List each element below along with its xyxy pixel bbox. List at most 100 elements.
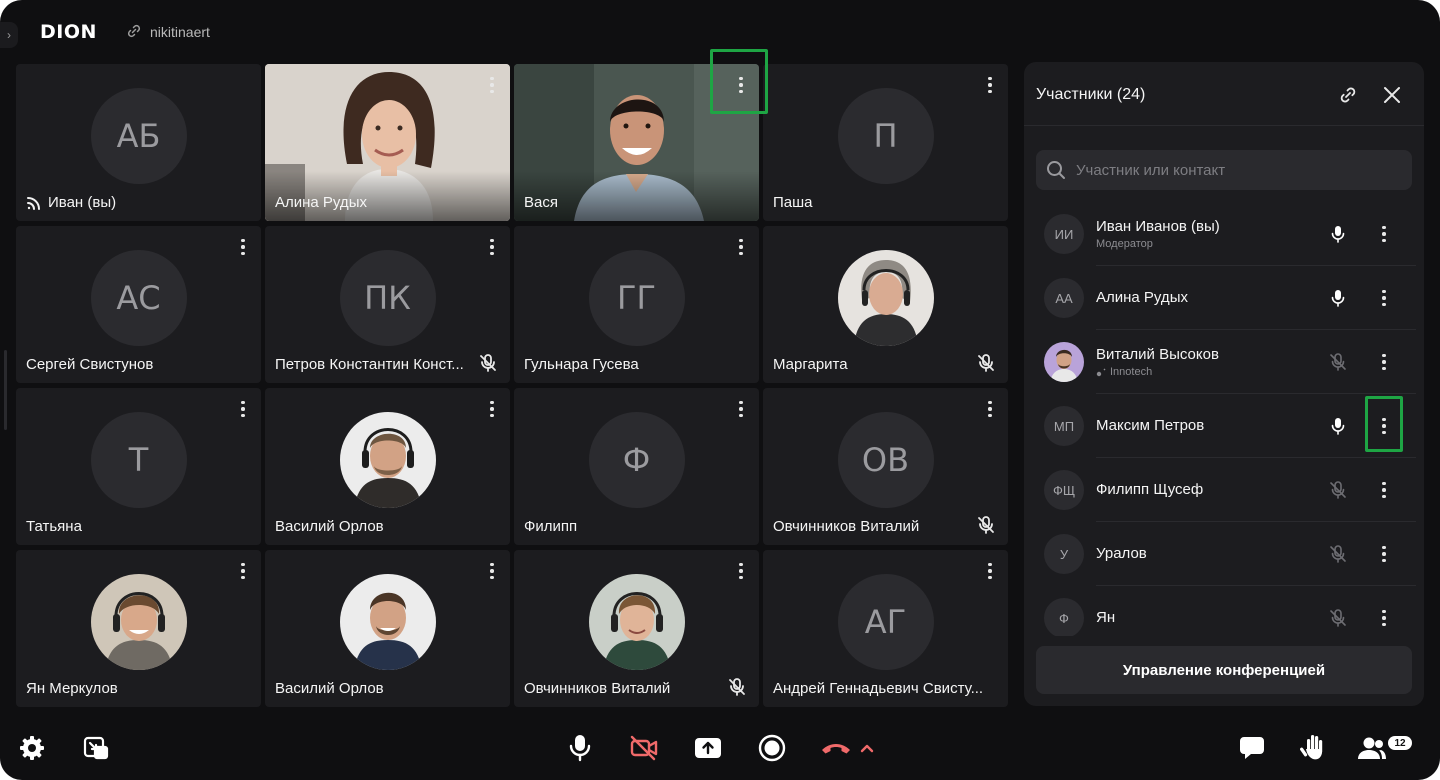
picture-in-picture-icon	[83, 736, 109, 760]
participant-tile[interactable]: Маргарита	[763, 226, 1008, 383]
participant-tile[interactable]: Василий Орлов	[265, 388, 510, 545]
picture-in-picture-button[interactable]	[80, 732, 112, 764]
participant-row[interactable]: Виталий Высоков Innotech	[1036, 330, 1416, 394]
participant-name: Алина Рудых	[1096, 289, 1188, 306]
participant-tile[interactable]: ОВ Овчинников Виталий	[763, 388, 1008, 545]
camera-toggle-button[interactable]	[628, 732, 660, 764]
participant-tile[interactable]: Т Татьяна	[16, 388, 261, 545]
participant-row[interactable]: АА Алина Рудых	[1036, 266, 1416, 330]
avatar	[588, 574, 685, 670]
tile-more-button[interactable]	[484, 236, 500, 258]
participant-more-button[interactable]	[1376, 287, 1392, 309]
participants-button[interactable]	[1356, 732, 1388, 764]
participant-tile[interactable]: П Паша	[763, 64, 1008, 221]
close-panel-button[interactable]	[1379, 82, 1405, 108]
tile-more-button[interactable]	[235, 236, 251, 258]
room-link[interactable]: nikitinaert	[126, 22, 210, 42]
highlight-tile-more-button	[710, 49, 768, 114]
camera-off-icon	[630, 735, 658, 761]
participant-more-button[interactable]	[1376, 223, 1392, 245]
participant-name: Виталий Высоков	[1096, 346, 1219, 363]
tile-more-button[interactable]	[484, 560, 500, 582]
avatar: П	[837, 88, 934, 184]
participant-tile[interactable]: Ф Филипп	[514, 388, 759, 545]
participant-more-button[interactable]	[1376, 607, 1392, 629]
chat-button[interactable]	[1236, 732, 1268, 764]
mic-off-icon[interactable]	[1328, 608, 1348, 628]
tile-name: Филипп	[524, 518, 578, 535]
avatar: АС	[90, 250, 187, 346]
participant-more-button[interactable]	[1376, 479, 1392, 501]
panel-title: Участники (24)	[1036, 86, 1146, 103]
participant-tile[interactable]: Ян Меркулов	[16, 550, 261, 707]
tile-more-button[interactable]	[733, 236, 749, 258]
copy-link-button[interactable]	[1335, 82, 1361, 108]
key-icon	[1096, 368, 1106, 377]
avatar: АБ	[90, 88, 187, 184]
tile-more-button[interactable]	[982, 398, 998, 420]
broadcast-icon	[27, 196, 40, 210]
tile-more-button[interactable]	[235, 560, 251, 582]
participant-tile[interactable]: Василий Орлов	[265, 550, 510, 707]
tile-more-button[interactable]	[484, 74, 500, 96]
tile-name: Сергей Свистунов	[26, 356, 154, 373]
microphone-icon[interactable]	[1328, 416, 1348, 436]
participant-tile[interactable]: АС Сергей Свистунов	[16, 226, 261, 383]
tile-more-button[interactable]	[733, 560, 749, 582]
microphone-icon[interactable]	[1328, 224, 1348, 244]
participant-more-button[interactable]	[1376, 351, 1392, 373]
participant-grid: АБ Иван (вы) Алина Рудых Вася П Паша АС …	[16, 64, 1010, 708]
avatar	[339, 574, 436, 670]
tile-more-button[interactable]	[484, 398, 500, 420]
tile-more-button[interactable]	[982, 74, 998, 96]
dion-logo: DION	[40, 20, 97, 44]
tile-name: Василий Орлов	[275, 518, 384, 535]
resize-handle[interactable]	[4, 350, 7, 430]
avatar	[339, 412, 436, 508]
settings-button[interactable]	[16, 732, 48, 764]
search-input[interactable]	[1076, 161, 1396, 179]
hang-up-button[interactable]	[820, 732, 852, 764]
record-icon	[758, 734, 786, 762]
participant-more-button[interactable]	[1376, 543, 1392, 565]
chevron-up-icon	[860, 744, 874, 753]
tile-more-button[interactable]	[235, 398, 251, 420]
sidebar-toggle-button[interactable]: ›	[0, 22, 18, 48]
participant-tile[interactable]: АГ Андрей Геннадьевич Свисту...	[763, 550, 1008, 707]
participant-row[interactable]: ИИ Иван Иванов (вы) Модератор	[1036, 202, 1416, 266]
participant-tile[interactable]: АБ Иван (вы)	[16, 64, 261, 221]
participant-search[interactable]	[1036, 150, 1412, 190]
participant-row[interactable]: У Уралов	[1036, 522, 1416, 586]
participant-row[interactable]: МП Максим Петров	[1036, 394, 1416, 458]
participant-tile[interactable]: Алина Рудых	[265, 64, 510, 221]
mic-off-icon[interactable]	[1328, 480, 1348, 500]
participant-list: ИИ Иван Иванов (вы) Модератор АА Алина Р…	[1036, 202, 1416, 636]
mic-off-icon[interactable]	[1328, 544, 1348, 564]
participant-row[interactable]: Ф Ян	[1036, 586, 1416, 636]
search-icon	[1047, 161, 1065, 179]
microphone-icon[interactable]	[1328, 288, 1348, 308]
microphone-button[interactable]	[564, 732, 596, 764]
tile-name: Паша	[773, 194, 813, 211]
record-button[interactable]	[756, 732, 788, 764]
tile-name: Андрей Геннадьевич Свисту...	[773, 680, 984, 697]
participant-tile[interactable]: ГГ Гульнара Гусева	[514, 226, 759, 383]
participants-panel: Участники (24) ИИ Иван Иванов (вы) Модер…	[1024, 62, 1424, 706]
participant-row[interactable]: ФЩ Филипп Щусеф	[1036, 458, 1416, 522]
raise-hand-button[interactable]	[1298, 732, 1330, 764]
tile-name: Иван (вы)	[26, 194, 221, 211]
avatar	[1044, 342, 1084, 382]
mic-off-icon[interactable]	[1328, 352, 1348, 372]
participant-tile[interactable]: ПК Петров Константин Конст...	[265, 226, 510, 383]
chevron-right-icon: ›	[7, 28, 11, 42]
tile-more-button[interactable]	[733, 398, 749, 420]
tile-name: Петров Константин Конст...	[275, 356, 464, 373]
hang-up-options-button[interactable]	[852, 732, 882, 764]
avatar: ПК	[339, 250, 436, 346]
participant-tile[interactable]: Овчинников Виталий	[514, 550, 759, 707]
tile-more-button[interactable]	[982, 560, 998, 582]
avatar	[837, 250, 934, 346]
screen-share-button[interactable]	[692, 732, 724, 764]
participant-role: Модератор	[1096, 238, 1153, 250]
manage-conference-button[interactable]: Управление конференцией	[1036, 646, 1412, 694]
